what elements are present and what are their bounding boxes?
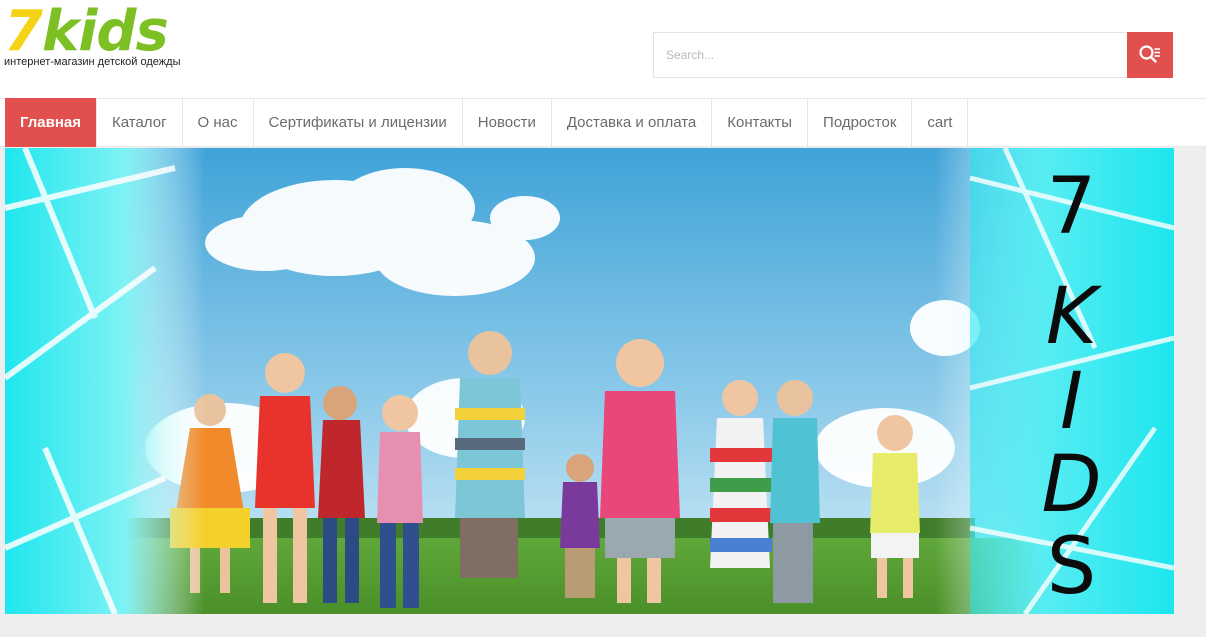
site-logo[interactable]: 7kids интернет-магазин детской одежды: [4, 4, 224, 72]
side-letter-i: I: [1059, 357, 1083, 447]
search-icon: [1139, 45, 1160, 63]
left-light-panel: [5, 148, 205, 614]
nav-item-catalog[interactable]: Каталог: [97, 98, 183, 147]
side-letter-s: S: [1046, 522, 1097, 612]
hero-banner[interactable]: 7 K I D S: [5, 148, 1174, 614]
logo-seven: 7: [4, 0, 43, 64]
site-header: 7kids интернет-магазин детской одежды: [0, 0, 1206, 98]
search-bar: [653, 32, 1173, 78]
side-letter-d: D: [1041, 440, 1102, 530]
search-input[interactable]: [653, 32, 1127, 78]
main-nav: Главная Каталог О нас Сертификаты и лице…: [0, 98, 1206, 147]
logo-wordmark: 7kids: [4, 4, 169, 60]
search-button[interactable]: [1127, 32, 1173, 78]
side-letter-k: K: [1045, 272, 1098, 362]
nav-item-teen[interactable]: Подросток: [808, 98, 913, 147]
side-letter-7: 7: [1046, 162, 1097, 252]
nav-list: Главная Каталог О нас Сертификаты и лице…: [5, 98, 969, 147]
nav-item-home[interactable]: Главная: [5, 98, 98, 147]
nav-item-delivery[interactable]: Доставка и оплата: [552, 98, 713, 147]
nav-item-about[interactable]: О нас: [183, 98, 254, 147]
nav-item-certificates[interactable]: Сертификаты и лицензии: [254, 98, 463, 147]
nav-item-news[interactable]: Новости: [463, 98, 552, 147]
nav-item-cart[interactable]: cart: [912, 98, 969, 147]
logo-tagline: интернет-магазин детской одежды: [4, 56, 181, 68]
banner-side-text: 7 K I D S: [969, 148, 1174, 614]
nav-item-contacts[interactable]: Контакты: [712, 98, 809, 147]
logo-kids: kids: [41, 0, 169, 64]
